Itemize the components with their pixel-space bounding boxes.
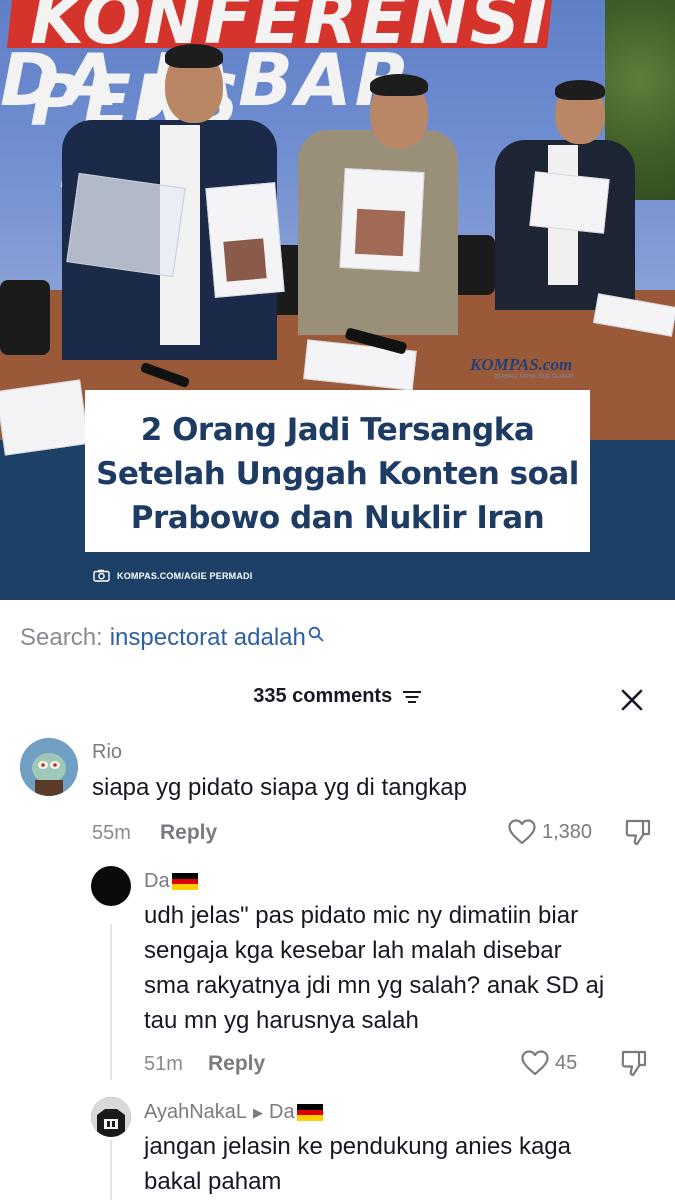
news-headline: 2 Orang Jadi Tersangka Setelah Unggah Ko…	[96, 412, 579, 536]
germany-flag-icon	[296, 1104, 323, 1121]
like-count: 1,380	[542, 820, 593, 843]
reply-arrow-icon: ▶	[253, 1104, 264, 1120]
camera-icon	[93, 569, 110, 582]
comments-count-header[interactable]: 335 comments	[0, 685, 675, 708]
comment-line: udh jelas" pas pidato mic ny dimatiin bi…	[144, 902, 579, 929]
avatar-ayahnakal[interactable]	[91, 1097, 131, 1137]
comment-text: siapa yg pidato siapa yg di tangkap	[92, 774, 467, 801]
comment-username[interactable]: Da	[144, 870, 198, 893]
comment-time: 51m	[144, 1053, 183, 1075]
germany-flag-icon	[171, 873, 198, 890]
comment-time: 55m	[92, 822, 131, 844]
username-text: AyahNakaL	[144, 1101, 248, 1123]
document-on-table	[0, 379, 90, 456]
close-icon[interactable]	[620, 688, 644, 712]
comment-username[interactable]: Rio	[92, 741, 122, 764]
thread-line	[110, 1140, 112, 1200]
comment-line: sma rakyatnya jdi mn yg salah? anak SD a…	[144, 972, 605, 999]
username-text: Da	[144, 870, 170, 892]
comment-line: bakal paham	[144, 1168, 282, 1195]
heart-icon	[521, 1050, 549, 1076]
reply-button[interactable]: Reply	[208, 1052, 265, 1076]
search-icon[interactable]	[308, 626, 324, 642]
search-label: Search:	[20, 624, 103, 651]
kompas-logo: KOMPAS.com	[470, 355, 573, 374]
news-image: KONFERENSI PERS DA JABAR 2 KOMPAS	[0, 0, 675, 600]
reply-to-username[interactable]: Da	[269, 1101, 295, 1124]
thumbs-down-icon[interactable]	[620, 1049, 648, 1077]
like-button[interactable]: 45	[521, 1050, 577, 1076]
chair	[0, 280, 50, 355]
comment-username[interactable]: AyahNakaL ▶ Da	[144, 1101, 323, 1124]
heart-icon	[508, 819, 536, 845]
headline-box: 2 Orang Jadi Tersangka Setelah Unggah Ko…	[85, 390, 590, 552]
avatar-da[interactable]	[91, 866, 131, 906]
search-term-link[interactable]: inspectorat adalah	[110, 624, 306, 652]
thread-line	[110, 924, 112, 1080]
thumbs-down-icon[interactable]	[624, 818, 652, 846]
like-count: 45	[555, 1051, 578, 1074]
comment-text: jangan jelasin ke pendukung anies kaga b…	[144, 1129, 571, 1199]
comments-count: 335 comments	[253, 685, 393, 707]
sort-icon[interactable]	[402, 690, 422, 704]
kompas-tagline: BERBAGI JURNALISME SEJAGAT	[495, 374, 575, 380]
comment-line: jangan jelasin ke pendukung anies kaga	[144, 1133, 571, 1160]
like-button[interactable]: 1,380	[508, 819, 592, 845]
photo-credit-text: KOMPAS.COM/AGIE PERMADI	[117, 570, 253, 581]
avatar-rio[interactable]	[20, 738, 78, 796]
related-search[interactable]: Search: inspectorat adalah	[20, 624, 324, 652]
reply-button[interactable]: Reply	[160, 821, 217, 845]
photo-credit: KOMPAS.COM/AGIE PERMADI	[93, 569, 252, 582]
comment-text: udh jelas" pas pidato mic ny dimatiin bi…	[144, 898, 604, 1038]
comment-line: sengaja kga kesebar lah malah disebar	[144, 937, 562, 964]
comment-line: tau mn yg harusnya salah	[144, 1007, 419, 1034]
